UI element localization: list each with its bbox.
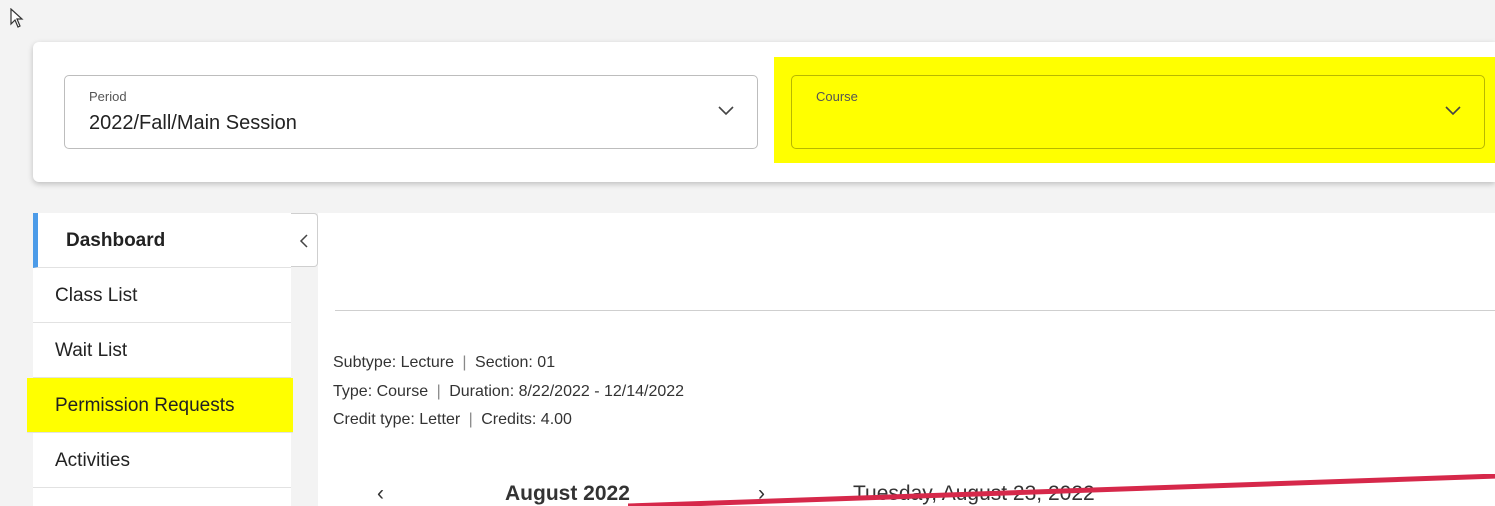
chevron-down-icon[interactable] <box>1444 104 1462 116</box>
sidebar-item-label: Activities <box>55 450 130 471</box>
period-select-value: 2022/Fall/Main Session <box>89 112 297 134</box>
sidebar-item-label: Permission Requests <box>55 395 235 416</box>
chevron-down-icon[interactable] <box>717 104 735 116</box>
subtype-text: Subtype: Lecture <box>333 354 454 371</box>
calendar-month-label: August 2022 <box>505 482 630 505</box>
course-info-line-2: Type: Course | Duration: 8/22/2022 - 12/… <box>333 383 684 401</box>
course-info-line-1: Subtype: Lecture | Section: 01 <box>333 354 555 372</box>
sidebar-item-label: Class List <box>55 285 138 306</box>
collapse-sidebar-button[interactable] <box>291 213 318 267</box>
sidebar-item-wait-list[interactable]: Wait List <box>33 323 291 378</box>
divider <box>335 310 1495 311</box>
sidebar-item-label: Dashboard <box>66 230 166 251</box>
separator: | <box>436 383 441 400</box>
credits-text: Credits: 4.00 <box>481 411 572 428</box>
sidebar-item-dashboard[interactable]: Dashboard <box>33 213 291 268</box>
mouse-pointer-icon <box>10 8 24 28</box>
section-text: Section: 01 <box>475 354 556 371</box>
sidebar-item-label: Wait List <box>55 340 128 361</box>
period-select[interactable]: Period 2022/Fall/Main Session <box>64 75 758 149</box>
separator: | <box>462 354 467 371</box>
credit-type-text: Credit type: Letter <box>333 411 461 428</box>
course-select[interactable]: Course <box>791 75 1485 149</box>
sidebar-nav: Dashboard Class List Wait List Permissio… <box>27 213 293 506</box>
course-select-label: Course <box>816 89 858 104</box>
calendar-prev-button[interactable]: ‹ <box>377 482 384 506</box>
type-text: Type: Course <box>333 383 429 400</box>
sidebar-item-permission-requests[interactable]: Permission Requests <box>27 378 293 433</box>
sidebar-item-class-list[interactable]: Class List <box>33 268 291 323</box>
period-select-label: Period <box>89 89 127 104</box>
annotation-arrow <box>628 474 1495 506</box>
sidebar-item-activities[interactable]: Activities <box>33 433 291 488</box>
separator: | <box>468 411 473 428</box>
course-info-line-3: Credit type: Letter | Credits: 4.00 <box>333 411 572 429</box>
chevron-left-icon <box>299 234 308 248</box>
duration-text: Duration: 8/22/2022 - 12/14/2022 <box>449 383 685 400</box>
